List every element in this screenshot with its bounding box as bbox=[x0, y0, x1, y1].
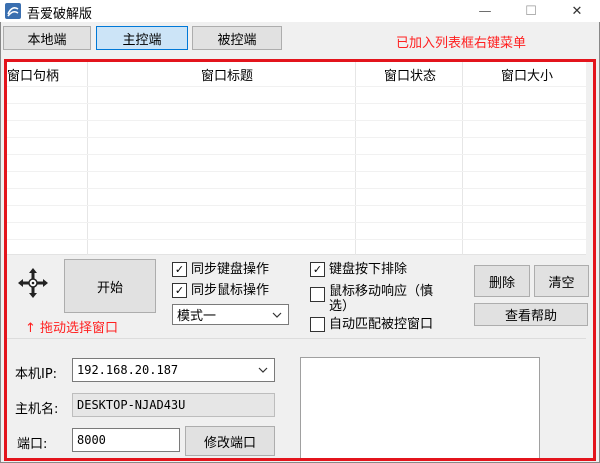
minimize-button[interactable]: — bbox=[462, 0, 508, 22]
tab-label: 本地端 bbox=[27, 32, 67, 48]
maximize-button[interactable]: ☐ bbox=[508, 0, 554, 22]
highlight-frame bbox=[4, 59, 596, 461]
tab-label: 被控端 bbox=[217, 32, 257, 48]
title-bar: 吾爱破解版 — ☐ ✕ bbox=[0, 0, 600, 22]
maximize-icon: ☐ bbox=[525, 3, 537, 19]
context-menu-notice: 已加入列表框右键菜单 bbox=[396, 36, 527, 51]
close-button[interactable]: ✕ bbox=[554, 0, 600, 22]
close-icon: ✕ bbox=[571, 3, 583, 19]
app-icon bbox=[5, 3, 21, 19]
tab-controlled[interactable]: 被控端 bbox=[192, 26, 282, 50]
tab-label: 主控端 bbox=[122, 32, 162, 48]
window-title: 吾爱破解版 bbox=[27, 7, 93, 22]
minimize-icon: — bbox=[478, 3, 492, 19]
tab-local[interactable]: 本地端 bbox=[3, 26, 91, 50]
tab-master[interactable]: 主控端 bbox=[96, 26, 188, 50]
